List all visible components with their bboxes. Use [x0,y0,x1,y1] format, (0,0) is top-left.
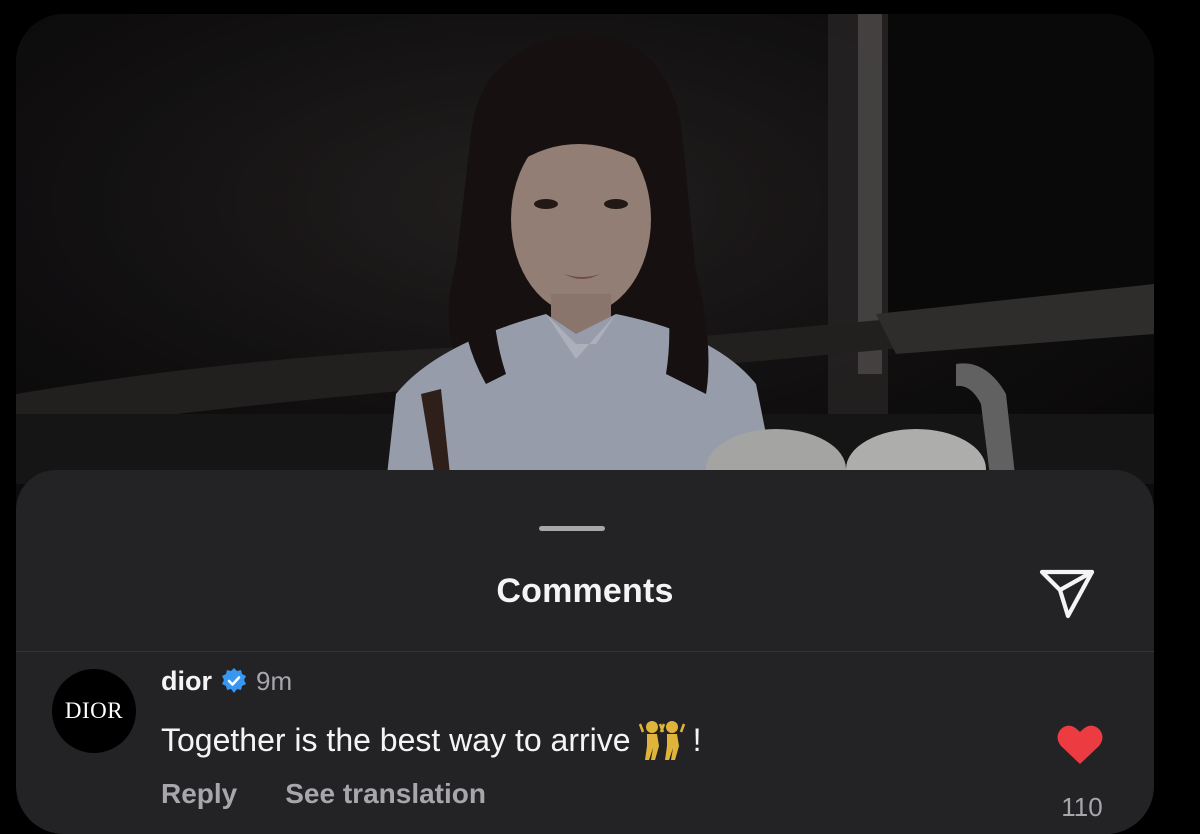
comment-text-row: Together is the best way to arrive ! [161,718,701,762]
header-divider [16,651,1154,652]
post-photo[interactable] [16,14,1154,484]
paper-plane-icon[interactable] [1034,560,1098,624]
verified-badge-icon [222,668,246,693]
avatar-label: DIOR [64,698,124,723]
heart-icon[interactable] [1056,722,1104,766]
see-translation-button[interactable]: See translation [285,778,486,810]
comment-text: Together is the best way to arrive [161,721,631,758]
comment-timestamp: 9m [256,665,293,696]
comments-sheet: Comments DIOR dior 9m Together is the be… [16,470,1154,834]
reply-button[interactable]: Reply [161,778,237,810]
sheet-grabber[interactable] [539,526,605,531]
comment-text-suffix: ! [692,721,702,758]
comment-meta: dior 9m [161,663,292,699]
comment-actions: Reply See translation [161,778,486,810]
dancers-emoji [638,721,685,760]
sheet-title: Comments [496,572,674,610]
comment-username[interactable]: dior [161,666,212,697]
avatar[interactable]: DIOR [52,669,136,753]
post-card: Comments DIOR dior 9m Together is the be… [16,14,1154,834]
photo-illustration [16,14,1154,484]
